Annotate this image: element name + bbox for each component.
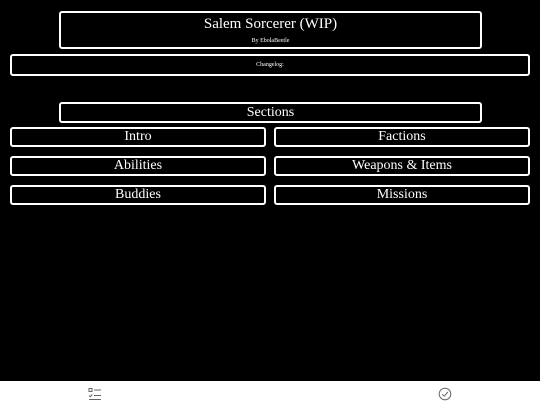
- abilities-button[interactable]: Abilities: [10, 156, 266, 176]
- weapons-items-button[interactable]: Weapons & Items: [274, 156, 530, 176]
- check-circle-icon[interactable]: [438, 387, 452, 401]
- page-title: Salem Sorcerer (WIP): [203, 16, 338, 32]
- sections-heading: Sections: [59, 102, 482, 123]
- missions-button[interactable]: Missions: [274, 185, 530, 205]
- checklist-icon[interactable]: [88, 387, 102, 401]
- title-panel: Salem Sorcerer (WIP) By EbolaBeetle: [59, 11, 482, 49]
- changelog-button[interactable]: Changelog:: [10, 54, 530, 76]
- intro-button[interactable]: Intro: [10, 127, 266, 147]
- author-byline: By EbolaBeetle: [251, 38, 290, 44]
- buddies-button[interactable]: Buddies: [10, 185, 266, 205]
- bottom-toolbar: [0, 381, 540, 405]
- factions-button[interactable]: Factions: [274, 127, 530, 147]
